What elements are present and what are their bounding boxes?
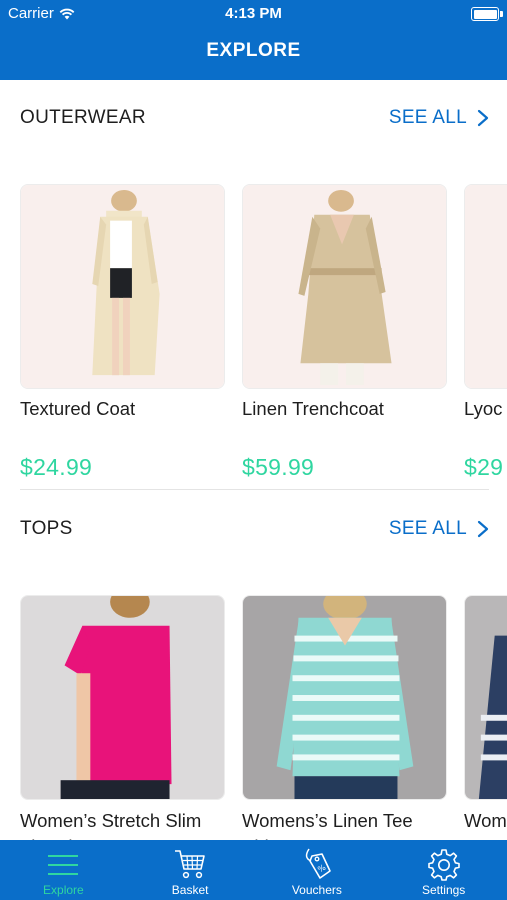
settings-icon: [427, 849, 460, 881]
section-title: TOPS: [20, 518, 73, 539]
product-card-stretch-polo[interactable]: Women’s Stretch Slim Fit Polo: [20, 595, 225, 840]
battery-icon: [471, 7, 503, 21]
tab-label: Vouchers: [291, 883, 342, 897]
status-time: 4:13 PM: [225, 5, 282, 22]
explore-content[interactable]: OUTERWEAR SEE ALL Textured Coat $24.99 L…: [0, 80, 507, 840]
product-price: $59.99: [242, 454, 315, 480]
product-image: [464, 184, 507, 389]
product-card-linen-tee[interactable]: Womens’s Linen Tee Shirt: [242, 595, 447, 840]
see-all-label: SEE ALL: [388, 107, 467, 128]
product-image: [464, 595, 507, 800]
chevron-right-icon: [477, 109, 489, 127]
product-image: [20, 184, 225, 389]
tab-explore[interactable]: Explore: [0, 840, 127, 900]
status-bar: Carrier 4:13 PM: [0, 0, 507, 28]
product-card-wom-neck[interactable]: Wom neck: [464, 595, 507, 831]
product-image: [242, 595, 447, 800]
tab-label: Settings: [421, 883, 466, 897]
product-card-linen-trenchcoat[interactable]: Linen Trenchcoat $59.99: [242, 184, 447, 480]
see-all-outerwear-button[interactable]: SEE ALL: [389, 107, 489, 129]
section-divider: [20, 489, 489, 490]
product-name: Wom neck: [464, 810, 507, 831]
tab-label: Explore: [43, 883, 84, 897]
see-all-label: SEE ALL: [388, 518, 467, 539]
outerwear-carousel[interactable]: Textured Coat $24.99 Linen Trenchcoat $5…: [0, 184, 507, 504]
product-card-textured-coat[interactable]: Textured Coat $24.99: [20, 184, 225, 480]
tab-label: Basket: [171, 883, 209, 897]
tops-carousel[interactable]: Women’s Stretch Slim Fit Polo: [0, 595, 507, 840]
tab-basket[interactable]: Basket: [127, 840, 254, 900]
product-image: [242, 184, 447, 389]
section-header: TOPS SEE ALL: [20, 499, 489, 559]
product-name: Womens’s Linen Tee Shirt: [242, 810, 413, 840]
product-image: [20, 595, 225, 800]
basket-icon: [175, 850, 205, 879]
vouchers-icon: %: [305, 848, 331, 879]
section-header: OUTERWEAR SEE ALL: [20, 88, 489, 148]
product-name: Lyoc: [464, 398, 503, 419]
product-price: $24.99: [20, 454, 93, 480]
tab-vouchers[interactable]: % Vouchers: [254, 840, 381, 900]
app-header: Carrier 4:13 PM EXPLORE: [0, 0, 507, 80]
explore-icon: [48, 855, 79, 875]
product-card-lyoc[interactable]: Lyoc $29: [464, 184, 507, 480]
section-title: OUTERWEAR: [20, 107, 146, 128]
tab-bar: Explore Basket % Vouchers Settings: [0, 840, 507, 900]
page-title: EXPLORE: [206, 40, 301, 61]
product-price: $29: [464, 454, 504, 480]
chevron-right-icon: [477, 520, 489, 538]
product-name: Linen Trenchcoat: [242, 398, 384, 419]
tab-settings[interactable]: Settings: [380, 840, 507, 900]
product-name: Women’s Stretch Slim Fit Polo: [20, 810, 202, 840]
see-all-tops-button[interactable]: SEE ALL: [389, 518, 489, 540]
product-name: Textured Coat: [20, 398, 136, 419]
